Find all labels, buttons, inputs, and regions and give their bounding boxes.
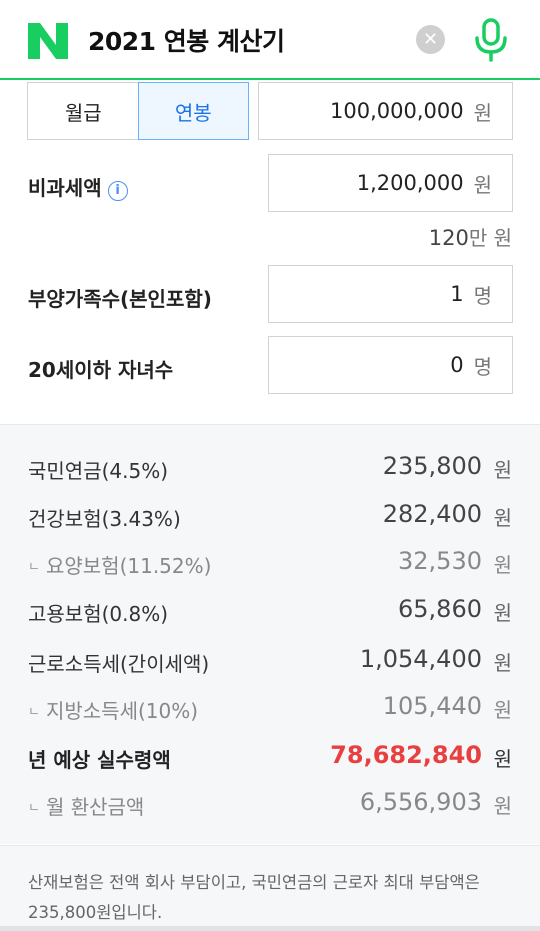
result-unit: 원 xyxy=(493,747,512,771)
salary-input[interactable]: 100,000,000 원 xyxy=(258,82,513,140)
result-unit: 원 xyxy=(493,553,512,577)
microphone-icon[interactable] xyxy=(473,18,509,62)
nontax-value: 1,200,000 xyxy=(356,171,464,195)
result-label: 국민연금(4.5%) xyxy=(28,459,169,483)
children-value: 0 xyxy=(450,353,464,377)
result-value: 1,054,400 xyxy=(359,645,482,673)
result-row-employment: 고용보험(0.8%) 65,860 원 xyxy=(0,592,540,632)
result-label: 건강보험(3.43%) xyxy=(28,507,181,531)
sub-marker: ㄴ xyxy=(28,705,40,720)
nontax-label-row: 비과세액 i xyxy=(28,172,128,201)
children-input[interactable]: 0 명 xyxy=(268,336,513,394)
naver-logo-icon[interactable] xyxy=(28,23,68,59)
nontax-label: 비과세액 xyxy=(28,176,102,200)
result-label: 년 예상 실수령액 xyxy=(28,748,171,772)
result-unit: 원 xyxy=(493,794,512,818)
clear-search-button[interactable]: ✕ xyxy=(416,25,445,54)
dependents-label: 부양가족수(본인포함) xyxy=(28,287,212,311)
result-row-health: 건강보험(3.43%) 282,400 원 xyxy=(0,497,540,537)
children-label: 20세이하 자녀수 xyxy=(28,358,174,382)
bottom-divider xyxy=(0,926,540,931)
result-value: 65,860 xyxy=(398,595,482,623)
dependents-input[interactable]: 1 명 xyxy=(268,265,513,323)
result-row-income-tax: 근로소득세(간이세액) 1,054,400 원 xyxy=(0,642,540,682)
nontax-unit: 원 xyxy=(473,172,492,197)
tab-annual[interactable]: 연봉 xyxy=(137,82,249,140)
result-label-wrap: ㄴ 지방소득세(10%) xyxy=(28,695,198,724)
result-label-wrap: ㄴ 요양보험(11.52%) xyxy=(28,550,211,579)
nontax-hint-value: 120 xyxy=(428,226,469,250)
result-label-wrap: ㄴ 월 환산금액 xyxy=(28,791,144,820)
result-row-annual-net: 년 예상 실수령액 78,682,840 원 xyxy=(0,738,540,778)
search-query-title[interactable]: 2021 연봉 계산기 xyxy=(88,22,285,58)
close-icon: ✕ xyxy=(422,29,439,50)
notice-text: 산재보험은 전액 회사 부담이고, 국민연금의 근로자 최대 부담액은 235,… xyxy=(28,873,480,922)
search-header: 2021 연봉 계산기 ✕ xyxy=(0,0,540,80)
nontax-input[interactable]: 1,200,000 원 xyxy=(268,154,513,212)
result-value: 105,440 xyxy=(382,692,482,720)
result-value: 78,682,840 xyxy=(330,741,482,769)
result-value: 6,556,903 xyxy=(359,788,482,816)
children-unit: 명 xyxy=(473,354,492,379)
salary-unit: 원 xyxy=(473,100,492,125)
result-row-pension: 국민연금(4.5%) 235,800 원 xyxy=(0,449,540,489)
result-row-local-tax: ㄴ 지방소득세(10%) 105,440 원 xyxy=(0,689,540,729)
result-value: 32,530 xyxy=(398,547,482,575)
results-panel: 국민연금(4.5%) 235,800 원 건강보험(3.43%) 282,400… xyxy=(0,424,540,844)
result-value: 235,800 xyxy=(382,452,482,480)
sub-marker: ㄴ xyxy=(28,801,40,816)
result-row-monthly-net: ㄴ 월 환산금액 6,556,903 원 xyxy=(0,785,540,825)
result-row-care: ㄴ 요양보험(11.52%) 32,530 원 xyxy=(0,544,540,584)
nontax-hint-unit: 만 원 xyxy=(468,226,512,250)
salary-value: 100,000,000 xyxy=(329,99,464,123)
tab-monthly[interactable]: 월급 xyxy=(28,83,139,139)
result-value: 282,400 xyxy=(382,500,482,528)
dependents-unit: 명 xyxy=(473,283,492,308)
result-unit: 원 xyxy=(493,458,512,482)
result-label: 월 환산금액 xyxy=(45,795,145,819)
nontax-hint: 120만 원 xyxy=(429,222,512,251)
notice-panel: 산재보험은 전액 회사 부담이고, 국민연금의 근로자 최대 부담액은 235,… xyxy=(0,845,540,931)
pay-type-tabs: 월급 연봉 xyxy=(27,82,249,140)
info-icon[interactable]: i xyxy=(107,181,128,201)
result-unit: 원 xyxy=(493,651,512,675)
result-label: 고용보험(0.8%) xyxy=(28,602,169,626)
sub-marker: ㄴ xyxy=(28,560,40,575)
result-unit: 원 xyxy=(493,506,512,530)
result-label: 지방소득세(10%) xyxy=(45,699,199,723)
result-label: 요양보험(11.52%) xyxy=(45,554,212,578)
result-unit: 원 xyxy=(493,698,512,722)
result-label: 근로소득세(간이세액) xyxy=(28,652,210,676)
result-unit: 원 xyxy=(493,601,512,625)
dependents-value: 1 xyxy=(450,282,464,306)
